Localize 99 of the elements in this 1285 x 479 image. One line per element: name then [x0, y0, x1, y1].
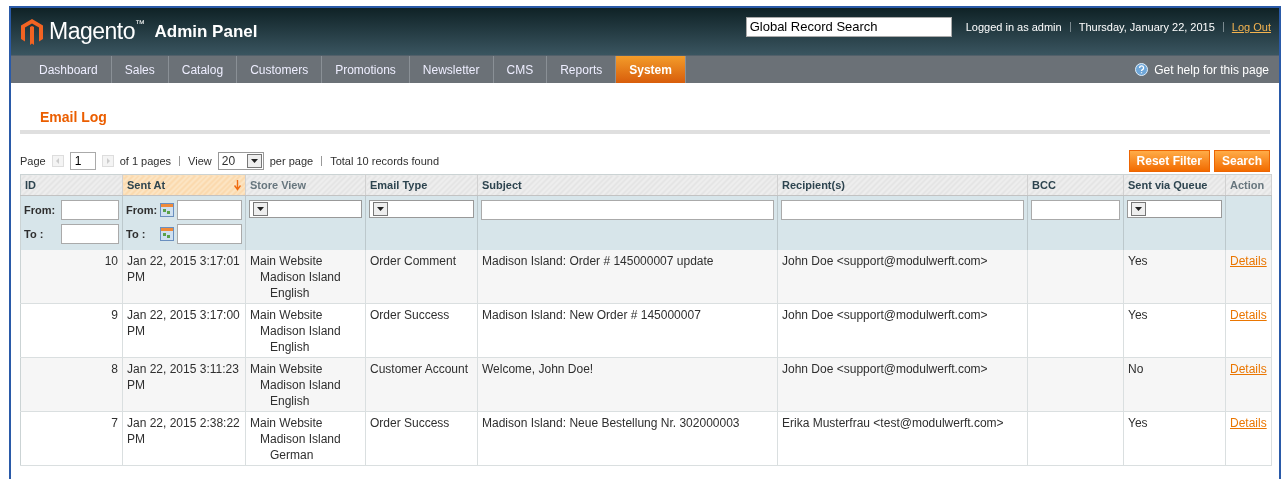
details-link[interactable]: Details	[1230, 416, 1267, 430]
to-input[interactable]	[177, 224, 242, 244]
logo-icon	[21, 18, 43, 45]
table-cell: No	[1123, 357, 1226, 412]
logo-text: Magento™	[49, 18, 145, 45]
table-cell: Order Success	[365, 303, 478, 358]
to-label: To :	[24, 228, 45, 240]
view-label: View	[188, 155, 212, 167]
table-cell: John Doe <support@modulwerft.com>	[777, 357, 1028, 412]
store-view-text: Madison Island	[259, 323, 342, 339]
dropdown-caret-icon	[253, 202, 268, 216]
table-cell: Erika Musterfrau <test@modulwerft.com>	[777, 411, 1028, 466]
table-cell: Customer Account	[365, 357, 478, 412]
details-link[interactable]: Details	[1230, 362, 1267, 376]
nav-tab[interactable]: Customers	[237, 56, 323, 83]
store-view-text: Main Website	[250, 253, 324, 269]
per-page-select[interactable]: 20	[217, 152, 264, 170]
store-view-text: German	[269, 447, 315, 463]
column-header[interactable]: Sent via Queue	[1123, 174, 1226, 196]
column-header: Store View	[245, 174, 366, 196]
sort-arrow-icon	[234, 179, 241, 191]
from-label: From:	[126, 204, 158, 216]
table-cell: Order Comment	[365, 250, 478, 304]
calendar-icon[interactable]	[160, 227, 175, 241]
search-button[interactable]: Search	[1213, 150, 1270, 172]
column-header[interactable]: Sent At	[122, 174, 246, 196]
store-view-text: Main Website	[250, 307, 324, 323]
filter-input[interactable]	[1031, 200, 1120, 220]
table-cell: 9	[20, 303, 123, 358]
store-view-text: English	[269, 339, 311, 355]
filter-input[interactable]	[481, 200, 774, 220]
details-link[interactable]: Details	[1230, 308, 1267, 322]
table-cell: Yes	[1123, 250, 1226, 304]
user-text: Logged in as admin	[965, 20, 1062, 33]
records-total: Total 10 records found	[330, 155, 440, 167]
table-cell: 8	[20, 357, 123, 412]
calendar-icon[interactable]	[160, 203, 175, 217]
store-view-text: Madison Island	[259, 269, 342, 285]
table-cell: John Doe <support@modulwerft.com>	[777, 303, 1028, 358]
table-cell: Jan 22, 2015 3:11:23 PM	[122, 357, 246, 412]
date-text: Thursday, January 22, 2015	[1078, 20, 1215, 33]
store-view-text: English	[269, 285, 311, 301]
store-view-text: Main Website	[250, 361, 324, 377]
page-count: of 1 pages	[119, 155, 172, 167]
logout-link[interactable]: Log Out	[1231, 20, 1271, 33]
dropdown-caret-icon	[373, 202, 388, 216]
nav-tab[interactable]: Newsletter	[409, 56, 494, 83]
from-input[interactable]	[61, 200, 119, 220]
nav-tab[interactable]: Dashboard	[26, 56, 112, 83]
column-header[interactable]: ID	[20, 174, 123, 196]
nav-tab[interactable]: Sales	[111, 56, 169, 83]
table-cell: Welcome, John Doe!	[477, 357, 778, 412]
dropdown-caret-icon	[1131, 202, 1146, 216]
page-input[interactable]: 1	[69, 152, 96, 170]
filter-input[interactable]	[781, 200, 1024, 220]
table-cell: 10	[20, 250, 123, 304]
column-header: Action	[1225, 174, 1272, 196]
select-field[interactable]	[1127, 200, 1222, 218]
column-header[interactable]: BCC	[1027, 174, 1124, 196]
table-cell: Jan 22, 2015 3:17:01 PM	[122, 250, 246, 304]
table-cell: 7	[20, 411, 123, 466]
store-view-text: English	[269, 393, 311, 409]
dropdown-caret-icon	[246, 154, 262, 168]
help-link[interactable]: Get help for this page	[1135, 56, 1279, 83]
table-cell: Yes	[1123, 411, 1226, 466]
select-field[interactable]	[369, 200, 474, 218]
column-header[interactable]: Recipient(s)	[777, 174, 1028, 196]
help-icon	[1135, 63, 1149, 76]
column-header[interactable]: Email Type	[365, 174, 478, 196]
table-cell: Madison Island: New Order # 145000007	[477, 303, 778, 358]
search-field[interactable]: Global Record Search	[745, 16, 952, 37]
store-view-text: Madison Island	[259, 431, 342, 447]
nav-tab[interactable]: Promotions	[322, 56, 410, 83]
next-page-icon[interactable]	[101, 155, 114, 167]
table-cell: Order Success	[365, 411, 478, 466]
select-field[interactable]	[249, 200, 362, 218]
table-cell: Madison Island: Neue Bestellung Nr. 302000003	[477, 411, 778, 466]
table-cell: Jan 22, 2015 2:38:22 PM	[122, 411, 246, 466]
store-view-text: Madison Island	[259, 377, 342, 393]
reset-filter-button[interactable]: Reset Filter	[1128, 150, 1210, 172]
to-label: To :	[126, 228, 147, 240]
previous-page-icon[interactable]	[51, 155, 64, 167]
nav-tab[interactable]: CMS	[493, 56, 548, 83]
from-input[interactable]	[177, 200, 242, 220]
page-title: Email Log	[20, 103, 1270, 134]
nav-tab[interactable]: Catalog	[168, 56, 238, 83]
table-cell: Yes	[1123, 303, 1226, 358]
to-input[interactable]	[61, 224, 119, 244]
table-cell: Jan 22, 2015 3:17:00 PM	[122, 303, 246, 358]
details-link[interactable]: Details	[1230, 254, 1267, 268]
store-view-text: Main Website	[250, 415, 324, 431]
per-page-label: per page	[269, 155, 314, 167]
column-header[interactable]: Subject	[477, 174, 778, 196]
nav-tab[interactable]: System	[616, 56, 686, 83]
from-label: From:	[24, 204, 56, 216]
page-label: Page	[20, 155, 46, 167]
table-cell: Madison Island: Order # 145000007 update	[477, 250, 778, 304]
logo-subtitle: Admin Panel	[154, 21, 258, 42]
table-cell: John Doe <support@modulwerft.com>	[777, 250, 1028, 304]
